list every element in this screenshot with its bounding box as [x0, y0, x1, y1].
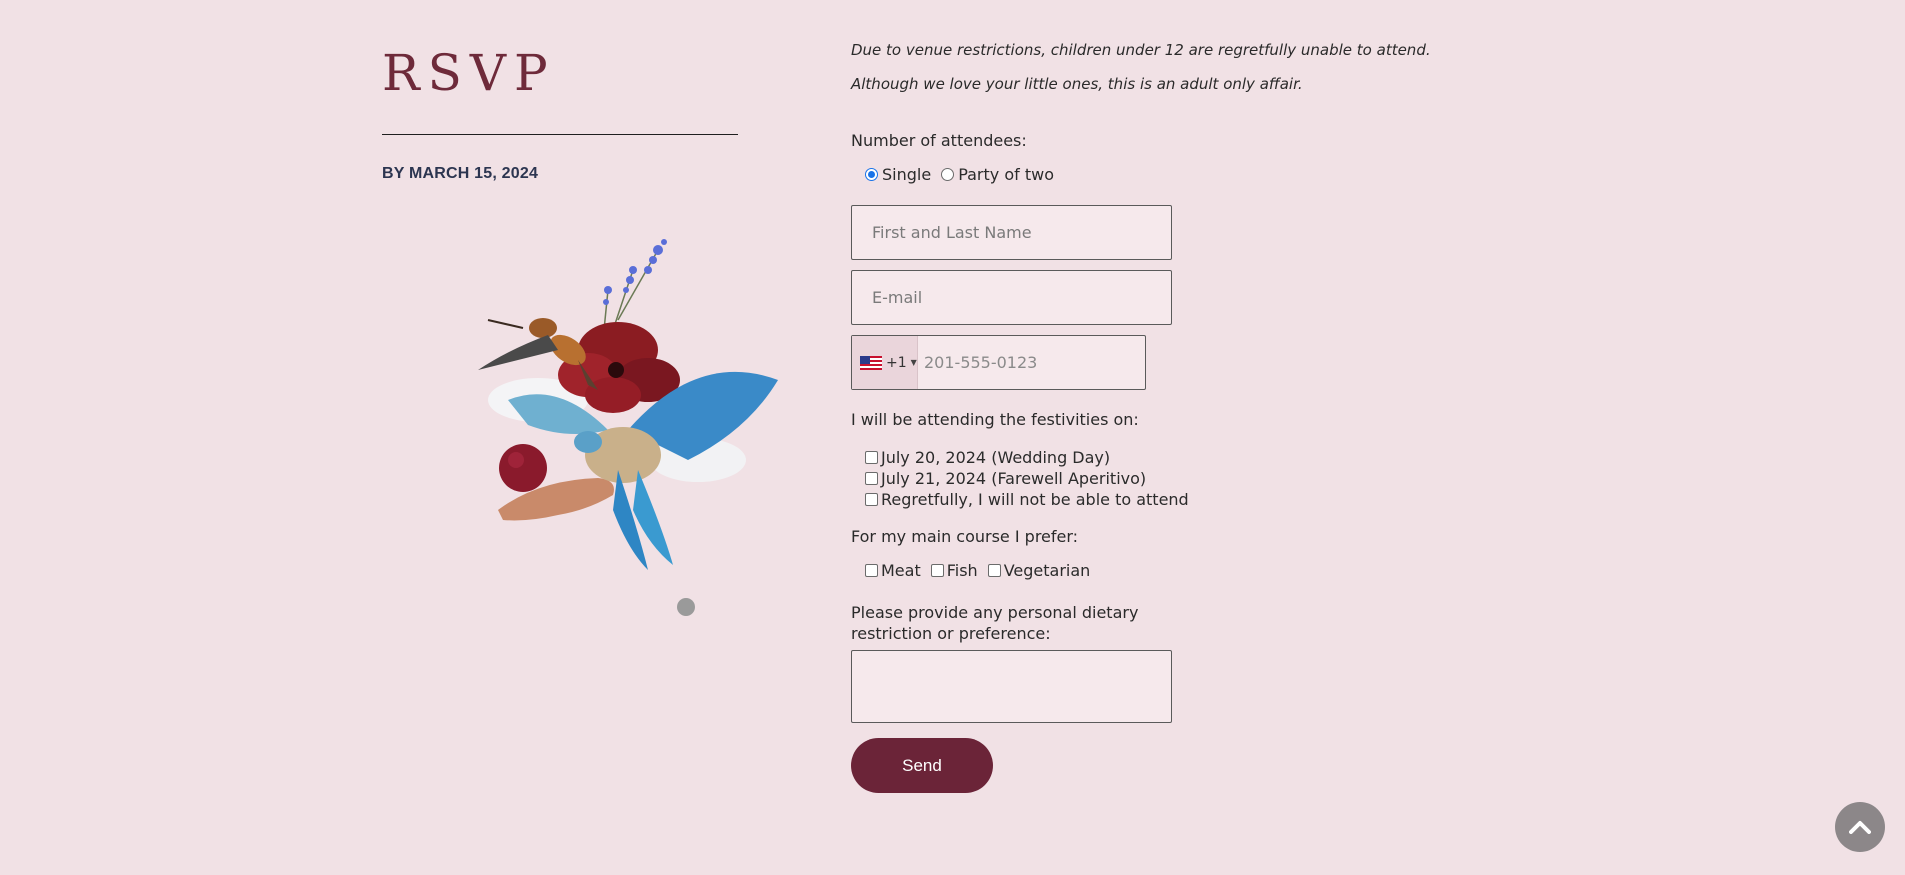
country-code: +1 [886, 354, 907, 371]
date-option-farewell-aperitivo[interactable]: July 21, 2024 (Farewell Aperitivo) [865, 468, 1189, 489]
checkbox[interactable] [865, 493, 878, 506]
attendees-label: Number of attendees: [851, 131, 1027, 150]
radio-single[interactable] [865, 168, 878, 181]
checkbox[interactable] [930, 564, 944, 577]
attendees-options: Single Party of two [865, 165, 1064, 184]
email-input[interactable]: E-mail [851, 270, 1172, 325]
checkbox[interactable] [865, 564, 878, 577]
page-title: RSVP [382, 44, 556, 102]
adult-only-note: Although we love your little ones, this … [851, 75, 1303, 93]
dates-options: July 20, 2024 (Wedding Day) July 21, 202… [865, 447, 1189, 510]
course-option-meat[interactable]: Meat [865, 561, 921, 580]
attendees-option-single[interactable]: Single [865, 165, 931, 184]
option-label: Meat [881, 561, 921, 580]
venue-note: Due to venue restrictions, children unde… [851, 41, 1431, 59]
course-option-fish[interactable]: Fish [930, 561, 978, 580]
us-flag-icon [860, 355, 882, 370]
chevron-up-icon [1849, 821, 1871, 834]
checkbox[interactable] [865, 451, 878, 464]
rsvp-deadline: BY MARCH 15, 2024 [382, 165, 539, 182]
dietary-label: Please provide any personal dietary rest… [851, 603, 1139, 643]
phone-placeholder: 201-555-0123 [924, 353, 1038, 372]
title-divider [382, 134, 738, 135]
send-button[interactable]: Send [851, 738, 993, 793]
scroll-to-top-button[interactable] [1835, 802, 1885, 852]
course-option-vegetarian[interactable]: Vegetarian [987, 561, 1091, 580]
name-placeholder: First and Last Name [872, 223, 1032, 242]
email-placeholder: E-mail [872, 288, 923, 307]
date-option-not-attending[interactable]: Regretfully, I will not be able to atten… [865, 489, 1189, 510]
dietary-textarea[interactable] [851, 650, 1172, 723]
option-label: July 21, 2024 (Farewell Aperitivo) [881, 469, 1147, 488]
attendees-option-party-of-two[interactable]: Party of two [941, 165, 1054, 184]
dates-label: I will be attending the festivities on: [851, 410, 1139, 429]
option-label: Single [882, 165, 932, 184]
name-input[interactable]: First and Last Name [851, 205, 1172, 260]
option-label: Party of two [958, 165, 1054, 184]
checkbox[interactable] [987, 564, 1001, 577]
option-label: Vegetarian [1003, 561, 1091, 580]
date-option-wedding-day[interactable]: July 20, 2024 (Wedding Day) [865, 447, 1189, 468]
checkbox[interactable] [865, 472, 878, 485]
option-label: Fish [946, 561, 978, 580]
phone-input[interactable]: +1 ▼ 201-555-0123 [851, 335, 1146, 390]
bird-flower-illustration [478, 239, 778, 616]
caret-down-icon: ▼ [910, 358, 917, 367]
course-options: Meat Fish Vegetarian [865, 561, 1100, 580]
option-label: July 20, 2024 (Wedding Day) [881, 448, 1111, 467]
course-label: For my main course I prefer: [851, 527, 1079, 546]
option-label: Regretfully, I will not be able to atten… [881, 490, 1189, 509]
radio-party-of-two[interactable] [941, 168, 955, 181]
country-code-select[interactable]: +1 ▼ [852, 336, 918, 389]
